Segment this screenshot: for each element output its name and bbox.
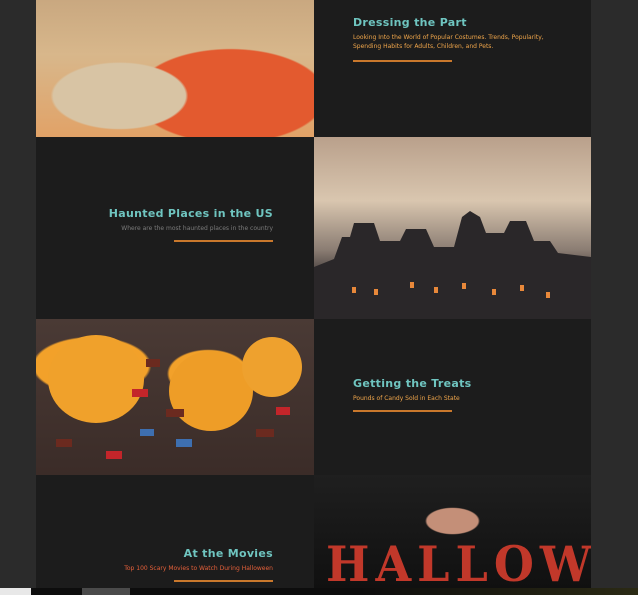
divider-bar (174, 240, 273, 242)
candy-pile (48, 335, 302, 459)
mansion-silhouette (314, 211, 591, 319)
divider-bar (353, 410, 452, 412)
article-subtitle: Where are the most haunted places in the… (121, 225, 273, 232)
costume-photo[interactable] (36, 0, 314, 137)
article-subtitle: Pounds of Candy Sold in Each State (353, 395, 460, 402)
taskbar-item[interactable] (82, 588, 130, 595)
divider-bar (353, 60, 452, 62)
article-card-movies[interactable]: At the Movies Top 100 Scary Movies to Wa… (36, 475, 314, 590)
article-subtitle: Looking Into the World of Popular Costum… (353, 34, 544, 50)
article-title[interactable]: At the Movies (53, 547, 273, 560)
article-title[interactable]: Dressing the Part (353, 16, 553, 29)
taskbar-item[interactable] (0, 588, 31, 595)
article-card-haunted[interactable]: Haunted Places in the US Where are the m… (36, 137, 314, 319)
taskbar-gradient (360, 588, 638, 595)
divider-bar (174, 580, 273, 582)
candy-pumpkins-photo[interactable] (36, 319, 314, 475)
article-card-treats[interactable]: Getting the Treats Pounds of Candy Sold … (314, 319, 591, 475)
article-subtitle: Top 100 Scary Movies to Watch During Hal… (124, 565, 273, 572)
halloween-movie-poster[interactable]: HALLOWEEN (314, 475, 591, 590)
article-title[interactable]: Haunted Places in the US (53, 207, 273, 220)
poster-title-text: HALLOWEEN (326, 535, 591, 590)
article-grid: Dressing the Part Looking Into the World… (36, 0, 591, 590)
article-card-costumes[interactable]: Dressing the Part Looking Into the World… (314, 0, 591, 137)
article-title[interactable]: Getting the Treats (353, 377, 553, 390)
haunted-mansion-photo[interactable] (314, 137, 591, 319)
